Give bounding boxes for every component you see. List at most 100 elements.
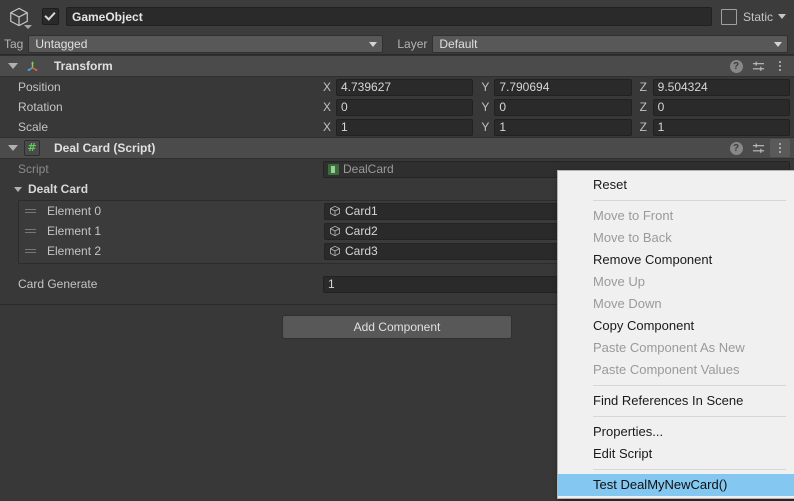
layer-label: Layer [397,36,428,51]
element-value: Card3 [345,244,378,258]
transform-rotation-y-field: Y0 [481,98,632,116]
axis-label-y: Y [481,120,490,134]
transform-scale-y-input[interactable]: 1 [494,118,632,136]
transform-menu-button[interactable] [770,57,790,75]
tag-layer-row: Tag Untagged Layer Default [0,33,794,55]
transform-position-y-field: Y 7.790694 [481,78,632,96]
dealcard-help-button[interactable]: ? [726,139,746,157]
menu-item: Move Down [593,296,662,311]
transform-component-header[interactable]: Transform ? [0,55,794,77]
axis-label-y: Y [481,80,490,94]
chevron-down-icon [24,24,32,29]
component-context-menu: Reset Move to Front Move to Back Remove Com… [557,170,794,499]
gameobject-enabled-checkbox[interactable] [42,8,59,25]
csharp-script-icon: # [24,140,40,156]
axis-label-x: X [323,120,332,134]
gameobject-name-text: GameObject [72,9,143,24]
script-label: Script [18,162,49,176]
tag-value: Untagged [35,36,88,51]
axis-label-z: Z [639,100,647,114]
add-component-button[interactable]: Add Component [282,315,512,339]
axis-label-z: Z [639,80,647,94]
menu-separator [593,416,786,417]
gameobject-header: GameObject Static [0,0,794,33]
gameobject-cube-icon[interactable] [4,2,34,32]
transform-rotation-label: Rotation [18,100,63,114]
element-label: Element 0 [47,204,102,218]
dealt-card-label: Dealt Card [28,182,89,196]
transform-scale-z-field: Z1 [639,118,790,136]
dealcard-preset-button[interactable] [748,139,768,157]
transform-rotation-z-input[interactable]: 0 [652,98,790,116]
transform-help-button[interactable]: ? [726,57,746,75]
menu-item: Move Up [593,274,646,289]
card-generate-label: Card Generate [18,277,98,291]
element-value: Card1 [345,204,378,218]
transform-rotation-x-field: X0 [323,98,474,116]
transform-scale-y-field: Y1 [481,118,632,136]
script-asset-icon [328,163,339,175]
transform-properties: Position X 4.739627 Y 7.790694 Z 9.504324 Rotat… [0,77,794,137]
menu-item[interactable]: Edit Script [558,443,794,465]
transform-scale-x-input[interactable]: 1 [336,118,474,136]
kebab-menu-icon [779,143,781,153]
dealcard-component-header[interactable]: # Deal Card (Script) ? [0,137,794,159]
drag-handle-icon[interactable] [25,209,37,213]
axis-label-x: X [323,80,332,94]
kebab-menu-icon [779,61,781,71]
menu-item: Move to Front [593,208,674,223]
dealcard-menu-button[interactable] [770,139,790,157]
transform-row-position: Position X 4.739627 Y 7.790694 Z 9.504324 [0,77,794,97]
help-circle-icon: ? [729,141,743,155]
menu-item: Move to Back [593,230,672,245]
transform-position-y-input[interactable]: 7.790694 [494,78,632,96]
gameobject-cube-icon [330,225,340,237]
transform-scale-x-field: X1 [323,118,474,136]
script-value: DealCard [343,162,394,176]
help-circle-icon: ? [729,59,743,73]
transform-foldout-icon[interactable] [8,63,18,69]
layer-dropdown[interactable]: Default [432,34,788,53]
chevron-down-icon [369,41,378,47]
gameobject-cube-icon [330,205,340,217]
transform-row-scale: Scale X 1 Y 1 Z 1 [0,117,794,137]
dealcard-foldout-icon[interactable] [8,145,18,151]
menu-item[interactable]: Properties... [558,421,794,443]
static-label: Static [742,9,773,24]
transform-rotation-z-field: Z0 [639,98,790,116]
element-label: Element 1 [47,224,102,238]
gameobject-name-field[interactable]: GameObject [66,7,712,26]
transform-scale-z-input[interactable]: 1 [652,118,790,136]
static-checkbox[interactable] [720,8,737,25]
dealcard-header-tools: ? [726,138,790,158]
csharp-glyph: # [24,140,40,156]
card-generate-value: 1 [328,277,335,291]
menu-separator [593,469,786,470]
transform-position-z-input[interactable]: 9.504324 [652,78,790,96]
menu-item: Paste Component As New [593,340,745,355]
menu-item[interactable]: Test DealMyNewCard() [558,474,794,496]
menu-separator [593,385,786,386]
axis-label-y: Y [481,100,490,114]
dealcard-title: Deal Card (Script) [54,141,156,155]
menu-item[interactable]: Reset [558,174,794,196]
transform-gizmo-icon [24,58,40,74]
drag-handle-icon[interactable] [25,229,37,233]
static-dropdown-chevron-icon[interactable] [778,14,786,19]
menu-item[interactable]: Copy Component [558,315,794,337]
transform-scale-label: Scale [18,120,49,134]
layer-value: Default [439,36,478,51]
transform-rotation-y-input[interactable]: 0 [494,98,632,116]
transform-position-z-field: Z 9.504324 [639,78,790,96]
static-toggle-group: Static [720,8,788,25]
transform-preset-button[interactable] [748,57,768,75]
tag-dropdown[interactable]: Untagged [28,34,384,53]
menu-item[interactable]: Find References In Scene [558,390,794,412]
transform-position-x-input[interactable]: 4.739627 [336,78,474,96]
transform-header-tools: ? [726,56,790,76]
drag-handle-icon[interactable] [25,249,37,253]
axis-label-z: Z [639,120,647,134]
menu-item[interactable]: Remove Component [558,249,794,271]
transform-rotation-x-input[interactable]: 0 [336,98,474,116]
gameobject-cube-icon [330,245,340,257]
